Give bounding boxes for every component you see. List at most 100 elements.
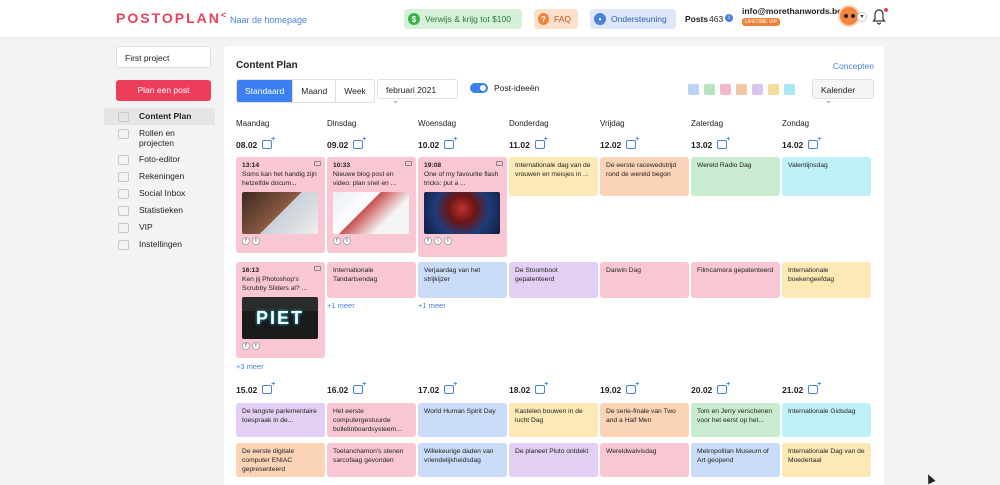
add-image-icon[interactable] [717,381,730,394]
add-image-icon[interactable] [353,381,366,394]
support-button[interactable]: • Ondersteuning [590,9,676,29]
date-header[interactable]: 13.02 [691,136,730,150]
sidebar-item-settings[interactable]: Instellingen [104,236,215,253]
date-header[interactable]: 12.02 [600,136,639,150]
color-filter-swatch[interactable] [752,84,763,95]
event-card[interactable]: De Stoomboot gepatenteerd [509,262,598,298]
date-header[interactable]: 08.02 [236,136,275,150]
date-header[interactable]: 18.02 [509,381,548,395]
event-card[interactable]: Valentijnsdag [782,157,871,196]
account-email[interactable]: info@morethanwords.be [742,6,842,16]
color-filter-swatch[interactable] [688,84,699,95]
add-image-icon[interactable] [808,381,821,394]
sidebar-item-vip[interactable]: VIP [104,219,215,236]
add-image-icon[interactable] [444,136,457,149]
tab-week[interactable]: Week [336,80,374,102]
event-card[interactable]: Internationale Dag van de Moedertaal [782,443,871,477]
event-card[interactable]: Darwin Dag [600,262,689,298]
sidebar-item-inbox[interactable]: Social Inbox [104,185,215,202]
date-header[interactable]: 17.02 [418,381,457,395]
posts-count: 463 [709,14,724,24]
event-card[interactable]: De serie-finale van Two and a Half Men [600,403,689,437]
date-label: 11.02 [509,140,530,150]
date-header[interactable]: 15.02 [236,381,275,395]
event-card[interactable]: De langste parlementaire toespraak in de… [236,403,325,437]
twitter-icon: t [343,237,351,245]
add-image-icon[interactable] [717,136,730,149]
add-image-icon[interactable] [353,136,366,149]
event-card[interactable]: Internationale dag van de vrouwen en mei… [509,157,598,196]
add-image-icon[interactable] [444,381,457,394]
date-header[interactable]: 14.02 [782,136,821,150]
more-link[interactable]: +1 meer [418,301,446,310]
date-header[interactable]: 19.02 [600,381,639,395]
event-card[interactable]: De planeet Pluto ontdekt [509,443,598,477]
day-name: Zaterdag [691,119,724,128]
event-card[interactable]: 10:33 Nieuwe blog post en video: plan sne… [327,157,416,253]
date-header[interactable]: 09.02 [327,136,366,150]
event-card[interactable]: 19:08 One of my favourite flash tricks: p… [418,157,507,257]
event-card[interactable]: Internationale Tandartsendag [327,262,416,298]
event-card[interactable]: Willekeurige daden van vriendelijkheidsd… [418,443,507,477]
event-card[interactable]: Filmcamera gepatenteerd [691,262,780,298]
event-card[interactable]: Kastelen bouwen in de lucht Dag [509,403,598,437]
color-filter-swatch[interactable] [736,84,747,95]
color-filter-swatch[interactable] [768,84,779,95]
event-card[interactable]: Tom en Jerry verschenen voor het eerst o… [691,403,780,437]
sidebar-item-content-plan[interactable]: Content Plan [104,108,215,125]
more-link[interactable]: +3 meer [236,362,264,371]
post-image [333,192,409,234]
event-card[interactable]: Wereld Radio Dag [691,157,780,196]
date-header[interactable]: 11.02 [509,136,548,150]
event-card[interactable]: Verjaardag van het strijkijzer [418,262,507,298]
event-card[interactable]: Het eerste computergestuurde bulletinboa… [327,403,416,437]
add-image-icon[interactable] [626,381,639,394]
event-card[interactable]: Toetanchamon's stenen sarcofaag gevonden [327,443,416,477]
event-text: De eerste racewedstrijd rond de wereld b… [606,162,677,178]
refer-button[interactable]: $ Verwijs & krijg tot $100 [404,9,522,29]
color-filter-swatch[interactable] [704,84,715,95]
chevron-down-icon[interactable]: ▾ [857,12,867,22]
sidebar-item-accounts[interactable]: Rekeningen [104,168,215,185]
sidebar-item-roles[interactable]: Rollen en projecten [104,125,215,151]
event-card[interactable]: Internationale boekengeefdag [782,262,871,298]
tab-month[interactable]: Maand [293,80,337,102]
month-select[interactable]: februari 2021 ⌄ [377,79,458,105]
plan-post-button[interactable]: Plan een post [116,80,211,101]
add-image-icon[interactable] [808,136,821,149]
event-card[interactable]: De eerste digitale computer ENIAC gepres… [236,443,325,477]
calendar-select[interactable]: Kalender ⌄ [812,79,874,105]
add-image-icon[interactable] [535,381,548,394]
logo[interactable]: POSTOPLAN< [116,10,228,26]
event-card[interactable]: 16:13 Ken jij Photoshop's Scrubby Sliders… [236,262,325,358]
project-selector[interactable]: First project [116,46,211,68]
more-link[interactable]: +1 meer [327,301,355,310]
sidebar-item-statistics[interactable]: Statistieken [104,202,215,219]
date-label: 08.02 [236,140,258,150]
sidebar-item-photo-editor[interactable]: Foto-editor [104,151,215,168]
add-image-icon[interactable] [262,381,275,394]
event-card[interactable]: De eerste racewedstrijd rond de wereld b… [600,157,689,196]
faq-button[interactable]: ? FAQ [534,9,578,29]
date-label: 13.02 [691,140,713,150]
date-header[interactable]: 10.02 [418,136,457,150]
home-link[interactable]: Naar de homepage [230,15,307,25]
concepten-link[interactable]: Concepten [833,61,874,71]
color-filter-swatch[interactable] [720,84,731,95]
date-header[interactable]: 16.02 [327,381,366,395]
add-image-icon[interactable] [262,136,275,149]
add-image-icon[interactable] [626,136,639,149]
date-header[interactable]: 21.02 [782,381,821,395]
event-card[interactable]: Internationale Gidsdag [782,403,871,437]
event-card[interactable]: 13:14 Soms kan het handig zijn hetzelfde … [236,157,325,253]
event-card[interactable]: Wereldwalvisdag [600,443,689,477]
date-header[interactable]: 20.02 [691,381,730,395]
add-image-icon[interactable] [534,136,548,149]
event-card[interactable]: Metropolitan Museum of Art geopend [691,443,780,477]
post-ideas-toggle[interactable] [470,83,488,93]
users-icon [118,129,129,139]
color-filter-swatch[interactable] [784,84,795,95]
tab-standard[interactable]: Standaard [237,80,294,102]
event-card[interactable]: World Human Spirit Day [418,403,507,437]
info-icon[interactable]: i [725,14,733,22]
